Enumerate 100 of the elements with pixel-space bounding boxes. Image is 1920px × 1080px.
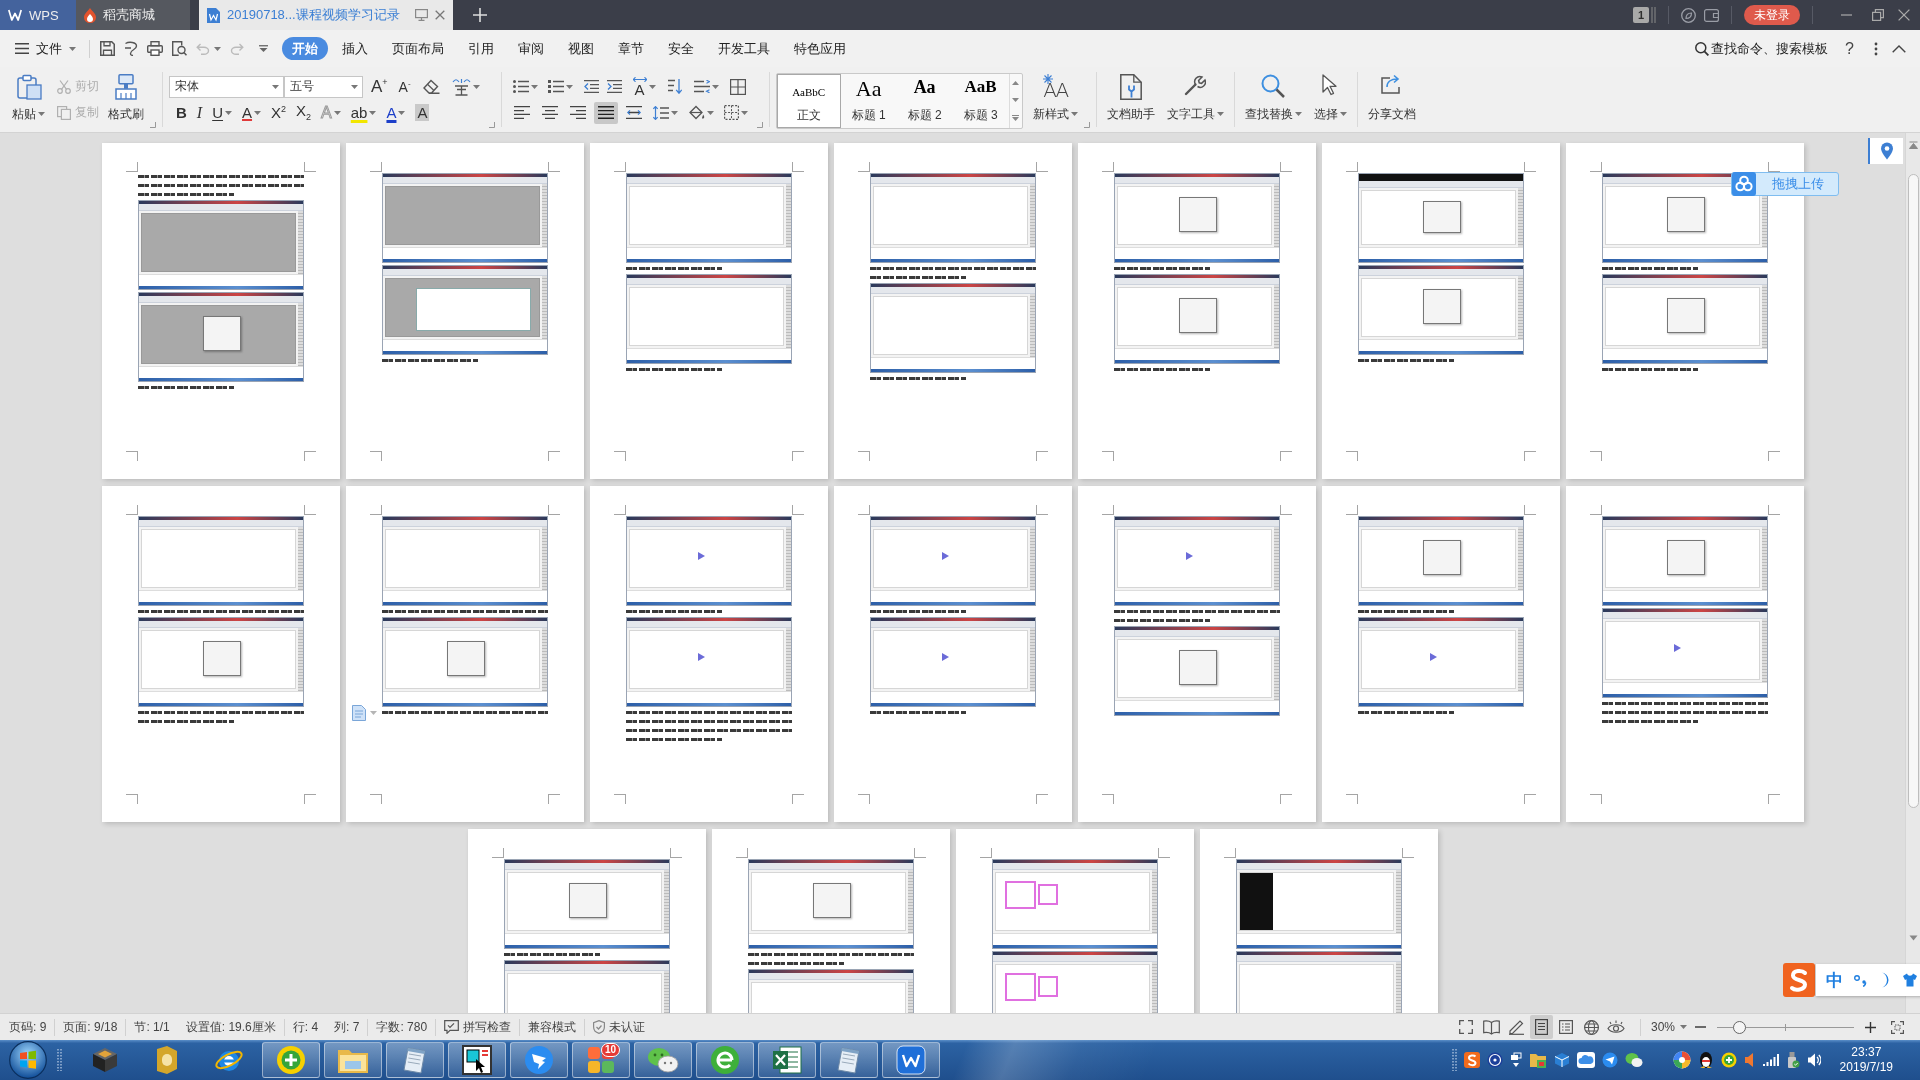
taskbar-button[interactable] [510, 1042, 568, 1078]
ribbon-tab[interactable]: 插入 [332, 37, 378, 60]
chat-bubbles-icon[interactable] [1624, 1052, 1643, 1068]
share-document-button[interactable]: 分享文档 [1361, 67, 1422, 132]
ribbon-tab[interactable]: 引用 [458, 37, 504, 60]
restore-icon[interactable] [1872, 9, 1884, 21]
folder-icon[interactable] [1528, 1052, 1547, 1068]
window-switch-icon[interactable] [1509, 1052, 1522, 1068]
zoom-slider-thumb[interactable] [1733, 1020, 1747, 1034]
print-icon[interactable] [147, 41, 163, 56]
ribbon-tab[interactable]: 安全 [658, 37, 704, 60]
style-option[interactable]: AaB 标题 3 [952, 74, 1009, 128]
select-button[interactable]: 选择 [1307, 67, 1353, 132]
spell-check-button[interactable]: 拼写检查 [436, 1018, 520, 1036]
plus-circle-icon[interactable] [1720, 1052, 1737, 1068]
export-icon[interactable] [124, 41, 138, 56]
shirt-icon[interactable] [1902, 973, 1918, 987]
highlight-button[interactable]: ab [347, 101, 380, 124]
punctuation-icon[interactable] [1854, 973, 1868, 987]
clock-time[interactable]: 23:37 [1851, 1045, 1882, 1060]
taskbar-button[interactable] [262, 1042, 320, 1078]
customize-icon[interactable] [259, 45, 268, 52]
location-button[interactable] [1868, 138, 1903, 164]
zoom-level-dropdown[interactable]: 30% [1650, 1020, 1687, 1034]
tab[interactable]: WPS [0, 0, 76, 30]
taskbar-button[interactable] [448, 1042, 506, 1078]
paper-plane-icon[interactable] [1601, 1052, 1618, 1068]
subscript-button[interactable]: X$_{2}$ [293, 101, 315, 124]
new-tab-icon[interactable] [473, 8, 487, 22]
text-direction-button[interactable]: A [629, 75, 659, 98]
more-styles-icon[interactable] [1012, 115, 1020, 122]
cube-icon[interactable] [1553, 1052, 1570, 1068]
close-icon[interactable] [435, 10, 445, 20]
input-method-icon[interactable] [1463, 1052, 1480, 1068]
more-icon[interactable] [1874, 41, 1878, 56]
grow-font-button[interactable]: A$^{+}$ [368, 75, 391, 98]
fit-window-icon[interactable] [1891, 1020, 1904, 1034]
leaf-circle-icon[interactable] [1681, 7, 1696, 23]
caret-icon[interactable] [214, 46, 221, 51]
ribbon-tab[interactable]: 页面布局 [382, 37, 454, 60]
certification-button[interactable]: 未认证 [585, 1018, 654, 1036]
start-orb-icon[interactable] [9, 1041, 47, 1079]
increase-indent-icon[interactable] [606, 80, 622, 93]
monitor-icon[interactable] [415, 9, 428, 21]
command-search-field[interactable]: 查找命令、搜索模板 [1695, 36, 1829, 61]
input-mode-toggle[interactable]: 中 [1826, 968, 1843, 992]
ribbon-tab[interactable]: 审阅 [508, 37, 554, 60]
taskbar-button[interactable] [758, 1042, 816, 1078]
italic-button[interactable]: I [193, 101, 206, 124]
shrink-font-button[interactable]: A$^{-}$ [395, 75, 414, 98]
speaker-icon[interactable] [1743, 1052, 1756, 1068]
clock-date[interactable]: 2019/7/19 [1839, 1060, 1893, 1075]
login-button[interactable]: 未登录 [1744, 5, 1800, 25]
page-view-button[interactable] [1529, 1015, 1553, 1039]
eraser-icon[interactable] [422, 79, 440, 94]
superscript-button[interactable]: X$^{2}$ [268, 101, 290, 124]
help-button[interactable]: ? [1845, 39, 1854, 58]
paste-button[interactable]: 粘贴 [8, 67, 49, 132]
sort-icon[interactable] [667, 79, 682, 94]
bold-button[interactable]: B [173, 101, 190, 124]
decrease-indent-icon[interactable] [583, 80, 599, 93]
signal-bars-icon[interactable] [1762, 1053, 1779, 1067]
cloud-icon[interactable] [1576, 1052, 1595, 1068]
underline-button[interactable]: U [209, 101, 235, 124]
style-option[interactable]: Aa 标题 1 [840, 74, 897, 128]
wallet-icon[interactable] [1704, 8, 1719, 22]
scrollbar-thumb[interactable] [1907, 174, 1919, 808]
close-icon[interactable] [1898, 9, 1910, 21]
taskbar-button[interactable] [696, 1042, 754, 1078]
style-option[interactable]: AaBbC 正文 [776, 74, 841, 128]
usb-drive-icon[interactable] [1785, 1051, 1800, 1069]
scroll-down-icon[interactable] [1012, 98, 1020, 102]
style-option[interactable]: Aa 标题 2 [896, 74, 953, 128]
save-icon[interactable] [100, 41, 115, 56]
font-color-button[interactable]: A [383, 101, 409, 124]
ribbon-tab[interactable]: 特色应用 [784, 37, 856, 60]
color-wheel-icon[interactable] [1672, 1051, 1691, 1069]
taskbar-button[interactable]: 10 [572, 1042, 630, 1078]
window-count-badge[interactable]: 1 [1632, 7, 1649, 23]
penguin-icon[interactable] [1697, 1051, 1714, 1069]
ribbon-tab[interactable]: 开发工具 [708, 37, 780, 60]
volume-icon[interactable] [1806, 1052, 1821, 1068]
scroll-down-icon[interactable] [1908, 935, 1918, 941]
ribbon-tab[interactable]: 视图 [558, 37, 604, 60]
find-replace-button[interactable]: 查找替换 [1238, 67, 1308, 132]
collapse-icon[interactable] [1892, 44, 1906, 53]
input-method-logo-icon[interactable] [1782, 962, 1816, 998]
text-tools-button[interactable]: 文字工具 [1160, 67, 1230, 132]
strikethrough-button[interactable]: A [239, 101, 265, 124]
table-grid-icon[interactable] [729, 78, 746, 95]
format-painter-button[interactable]: 格式刷 [104, 67, 148, 132]
vertical-scrollbar[interactable] [1905, 133, 1920, 1013]
scroll-up-icon[interactable] [1012, 80, 1020, 85]
new-style-button[interactable]: AA 新样式 [1028, 67, 1082, 132]
taskbar-button[interactable] [882, 1042, 940, 1078]
document-assistant-button[interactable]: 文档助手 [1100, 67, 1161, 132]
justify-button[interactable] [593, 101, 618, 124]
scroll-up-icon[interactable] [1908, 141, 1918, 149]
font-size-dropdown[interactable]: 五号 [284, 75, 363, 98]
ribbon-tab[interactable]: 章节 [608, 37, 654, 60]
